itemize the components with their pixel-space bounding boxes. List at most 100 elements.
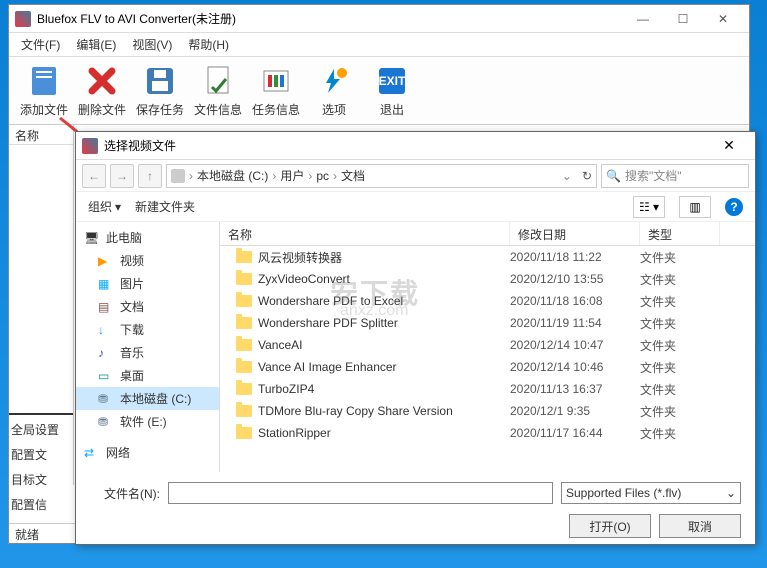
save-icon bbox=[142, 63, 178, 99]
file-row[interactable]: Vance AI Image Enhancer2020/12/14 10:46文… bbox=[220, 356, 755, 378]
minimize-button[interactable]: — bbox=[623, 8, 663, 30]
sidebar-this-pc[interactable]: 🖥此电脑 bbox=[76, 226, 219, 249]
view-mode-button[interactable]: ☷ ▾ bbox=[633, 196, 665, 218]
dialog-body: 🖥此电脑 ▶视频 ▦图片 ▤文档 ↓下载 ♪音乐 ▭桌面 ⛃本地磁盘 (C:) … bbox=[76, 222, 755, 472]
file-info-icon bbox=[200, 63, 236, 99]
file-row[interactable]: Wondershare PDF Splitter2020/11/19 11:54… bbox=[220, 312, 755, 334]
documents-icon: ▤ bbox=[98, 300, 114, 314]
sidebar-music[interactable]: ♪音乐 bbox=[76, 341, 219, 364]
file-row[interactable]: TDMore Blu-ray Copy Share Version2020/12… bbox=[220, 400, 755, 422]
dialog-footer: 文件名(N): Supported Files (*.flv)⌄ 打开(O) 取… bbox=[76, 472, 755, 548]
breadcrumb[interactable]: › 本地磁盘 (C:) › 用户 › pc › 文档 ⌄ ↻ bbox=[166, 164, 597, 188]
downloads-icon: ↓ bbox=[98, 323, 114, 337]
bc-users[interactable]: 用户 bbox=[280, 167, 304, 184]
tab-config-a[interactable]: 配置文 bbox=[9, 442, 73, 467]
col-date[interactable]: 修改日期 bbox=[510, 222, 640, 245]
menu-view[interactable]: 视图(V) bbox=[124, 34, 180, 55]
sidebar-local-c[interactable]: ⛃本地磁盘 (C:) bbox=[76, 387, 219, 410]
col-type[interactable]: 类型 bbox=[640, 222, 720, 245]
video-icon: ▶ bbox=[98, 254, 114, 268]
toolbar: 添加文件 删除文件 保存任务 文件信息 任务信息 选项 EXIT 退出 bbox=[9, 57, 749, 125]
bc-pc[interactable]: pc bbox=[316, 169, 329, 183]
file-row[interactable]: StationRipper2020/11/17 16:44文件夹 bbox=[220, 422, 755, 444]
folder-icon bbox=[236, 295, 252, 307]
toolbar-task-info[interactable]: 任务信息 bbox=[247, 61, 305, 121]
file-row[interactable]: TurboZIP42020/11/13 16:37文件夹 bbox=[220, 378, 755, 400]
close-button[interactable]: ✕ bbox=[703, 8, 743, 30]
search-icon: 🔍 bbox=[606, 169, 621, 183]
dialog-close-button[interactable]: ✕ bbox=[709, 134, 749, 158]
drive-icon bbox=[171, 169, 185, 183]
task-info-icon bbox=[258, 63, 294, 99]
svg-text:EXIT: EXIT bbox=[379, 74, 406, 88]
breadcrumb-dropdown-icon[interactable]: ⌄ bbox=[562, 169, 572, 183]
menu-help[interactable]: 帮助(H) bbox=[180, 34, 237, 55]
toolbar-add-file[interactable]: 添加文件 bbox=[15, 61, 73, 121]
exit-icon: EXIT bbox=[374, 63, 410, 99]
chevron-down-icon: ⌄ bbox=[726, 486, 736, 500]
sidebar-documents[interactable]: ▤文档 bbox=[76, 295, 219, 318]
tab-global[interactable]: 全局设置 bbox=[9, 417, 73, 442]
file-filter-select[interactable]: Supported Files (*.flv)⌄ bbox=[561, 482, 741, 504]
nav-back-button[interactable]: ← bbox=[82, 164, 106, 188]
file-row[interactable]: ZyxVideoConvert2020/12/10 13:55文件夹 bbox=[220, 268, 755, 290]
chevron-down-icon: ▾ bbox=[115, 200, 121, 214]
filename-input[interactable] bbox=[168, 482, 553, 504]
window-title: Bluefox FLV to AVI Converter(未注册) bbox=[37, 10, 623, 27]
app-icon bbox=[15, 11, 31, 27]
bc-sep: › bbox=[189, 169, 193, 183]
preview-pane-button[interactable]: ▥ bbox=[679, 196, 711, 218]
file-row[interactable]: 风云视频转换器2020/11/18 11:22文件夹 bbox=[220, 246, 755, 268]
folder-icon bbox=[236, 317, 252, 329]
menu-edit[interactable]: 编辑(E) bbox=[68, 34, 124, 55]
sidebar-desktop[interactable]: ▭桌面 bbox=[76, 364, 219, 387]
network-icon: ⇄ bbox=[84, 446, 100, 460]
nav-forward-button[interactable]: → bbox=[110, 164, 134, 188]
dialog-toolbar: 组织 ▾ 新建文件夹 ☷ ▾ ▥ ? bbox=[76, 192, 755, 222]
options-icon bbox=[316, 63, 352, 99]
sidebar-videos[interactable]: ▶视频 bbox=[76, 249, 219, 272]
refresh-icon[interactable]: ↻ bbox=[582, 169, 592, 183]
folder-icon bbox=[236, 251, 252, 263]
tab-target[interactable]: 目标文 bbox=[9, 467, 73, 492]
toolbar-file-info[interactable]: 文件信息 bbox=[189, 61, 247, 121]
pc-icon: 🖥 bbox=[84, 231, 100, 245]
search-input[interactable]: 🔍 搜索"文档" bbox=[601, 164, 749, 188]
toolbar-options[interactable]: 选项 bbox=[305, 61, 363, 121]
file-open-dialog: 选择视频文件 ✕ ← → ↑ › 本地磁盘 (C:) › 用户 › pc › 文… bbox=[75, 131, 756, 545]
toolbar-save-task[interactable]: 保存任务 bbox=[131, 61, 189, 121]
open-button[interactable]: 打开(O) bbox=[569, 514, 651, 538]
dialog-title: 选择视频文件 bbox=[104, 137, 709, 154]
folder-icon bbox=[236, 339, 252, 351]
list-header-name[interactable]: 名称 bbox=[9, 125, 73, 145]
sidebar-downloads[interactable]: ↓下载 bbox=[76, 318, 219, 341]
sidebar-network[interactable]: ⇄网络 bbox=[76, 441, 219, 464]
nav-up-button[interactable]: ↑ bbox=[138, 164, 162, 188]
tab-config-b[interactable]: 配置信 bbox=[9, 492, 73, 517]
organize-button[interactable]: 组织 ▾ bbox=[88, 198, 121, 215]
cancel-button[interactable]: 取消 bbox=[659, 514, 741, 538]
filename-label: 文件名(N): bbox=[90, 485, 160, 502]
maximize-button[interactable]: ☐ bbox=[663, 8, 703, 30]
sidebar-pictures[interactable]: ▦图片 bbox=[76, 272, 219, 295]
bc-docs[interactable]: 文档 bbox=[341, 167, 365, 184]
dialog-icon bbox=[82, 138, 98, 154]
help-button[interactable]: ? bbox=[725, 198, 743, 216]
dialog-sidebar: 🖥此电脑 ▶视频 ▦图片 ▤文档 ↓下载 ♪音乐 ▭桌面 ⛃本地磁盘 (C:) … bbox=[76, 222, 220, 472]
sidebar-software-e[interactable]: ⛃软件 (E:) bbox=[76, 410, 219, 433]
menubar: 文件(F) 编辑(E) 视图(V) 帮助(H) bbox=[9, 33, 749, 57]
dialog-titlebar: 选择视频文件 ✕ bbox=[76, 132, 755, 160]
folder-icon bbox=[236, 383, 252, 395]
new-folder-button[interactable]: 新建文件夹 bbox=[135, 198, 195, 215]
toolbar-delete-file[interactable]: 删除文件 bbox=[73, 61, 131, 121]
menu-file[interactable]: 文件(F) bbox=[13, 34, 68, 55]
side-panel: 名称 全局设置 配置文 目标文 配置信 bbox=[9, 125, 74, 485]
file-row[interactable]: VanceAI2020/12/14 10:47文件夹 bbox=[220, 334, 755, 356]
file-row[interactable]: Wondershare PDF to Excel2020/11/18 16:08… bbox=[220, 290, 755, 312]
bc-drive[interactable]: 本地磁盘 (C:) bbox=[197, 167, 268, 184]
file-list-header: 名称 修改日期 类型 bbox=[220, 222, 755, 246]
delete-icon bbox=[84, 63, 120, 99]
folder-icon bbox=[236, 273, 252, 285]
toolbar-exit[interactable]: EXIT 退出 bbox=[363, 61, 421, 121]
col-name[interactable]: 名称 bbox=[220, 222, 510, 245]
